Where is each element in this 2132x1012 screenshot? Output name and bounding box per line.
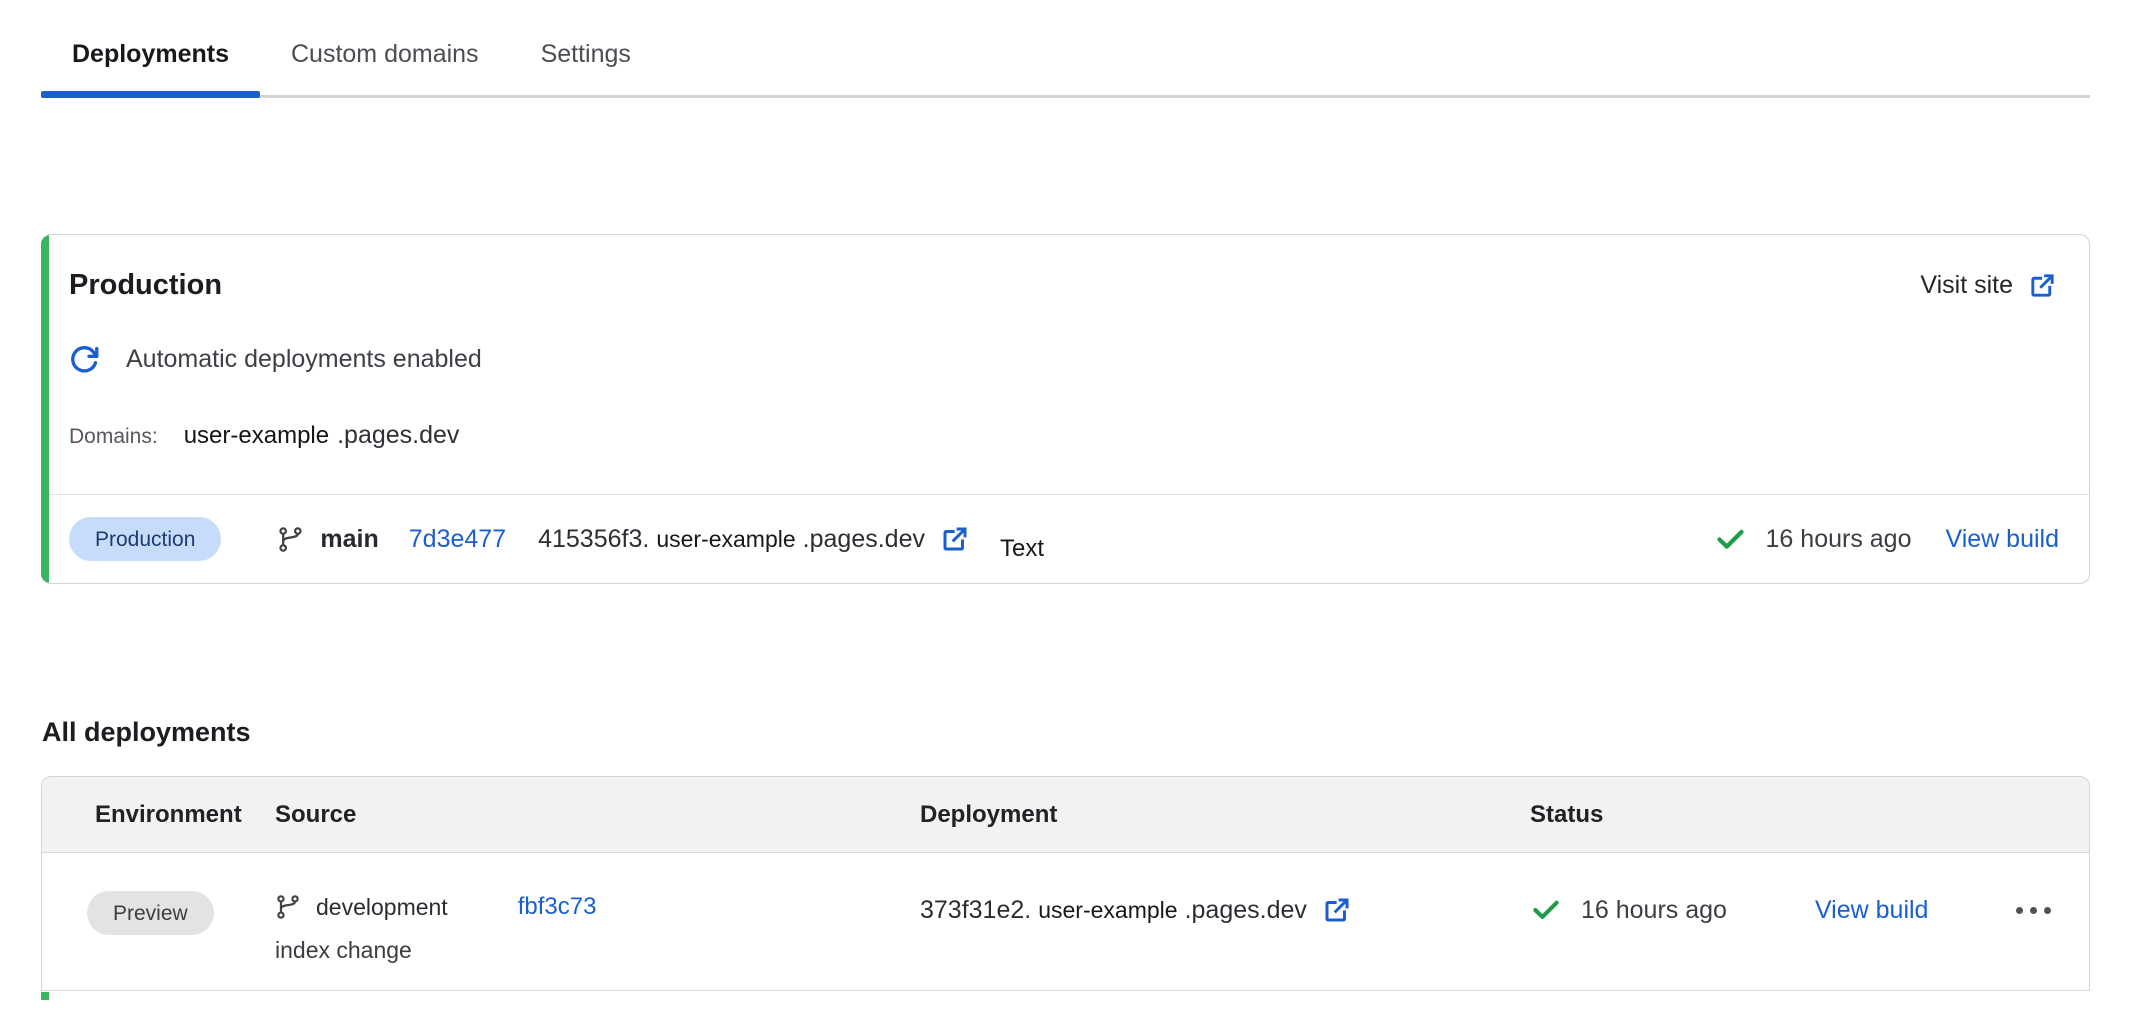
pages-deployments-page: Deployments Custom domains Settings Prod… [0,0,2132,1012]
status-time: 16 hours ago [1530,894,1727,926]
production-title: Production [69,269,222,302]
column-header-status: Status [1530,801,2089,829]
environment-badge-preview: Preview [87,891,214,935]
tab-custom-domains[interactable]: Custom domains [260,20,510,95]
environment-cell: Preview [42,891,275,935]
all-deployments-heading: All deployments [42,717,2090,748]
external-link-icon[interactable] [1322,895,1352,925]
check-icon [1714,523,1747,556]
status-cell: 16 hours ago View build [1530,891,2089,926]
visit-site-button[interactable]: Visit site [1920,271,2057,300]
dot [2016,907,2023,914]
domain-suffix: .pages.dev [337,421,459,450]
deployment-time: 16 hours ago [1766,525,1912,554]
status-time: 16 hours ago [1714,523,1912,556]
column-header-deployment: Deployment [920,801,1530,829]
tab-settings[interactable]: Settings [510,20,662,95]
branch-group: main [277,525,378,554]
commit-link[interactable]: fbf3c73 [518,893,597,921]
production-card-body: Production Visit site [41,235,2089,494]
auto-deployments-row: Automatic deployments enabled [69,344,2057,375]
branch-name: development [316,894,448,921]
next-row-accent-sliver [41,992,49,1000]
commit-message: index change [275,937,920,964]
column-header-source: Source [275,801,920,829]
branch-name: main [320,525,378,554]
git-branch-icon [275,894,301,920]
git-branch-icon [277,526,304,553]
production-deployment-row: Production main 7d3e477 415356f3. user-e… [41,495,2089,583]
view-build-link[interactable]: View build [1815,896,1929,925]
column-header-environment: Environment [42,801,275,829]
source-cell: development fbf3c73 index change [275,891,920,964]
table-header-row: Environment Source Deployment Status [42,777,2089,853]
check-icon [1530,894,1562,926]
deployment-url: 373f31e2. user-example .pages.dev [920,895,1530,925]
note-text: Text [1000,535,1044,563]
deployment-domain-suffix: .pages.dev [1185,896,1307,925]
domains-label: Domains: [69,425,158,449]
tab-deployments[interactable]: Deployments [41,20,260,95]
domains-row: Domains: user-example .pages.dev [69,421,2057,450]
deployment-subdomain: 373f31e2. [920,896,1031,925]
source-line: development fbf3c73 [275,893,920,921]
deployment-time: 16 hours ago [1581,896,1727,925]
production-card: Production Visit site [41,234,2090,584]
deployment-domain-name: user-example [656,526,795,553]
view-build-link[interactable]: View build [1945,525,2059,554]
overflow-menu-icon[interactable] [2016,897,2051,924]
domain-name: user-example [184,422,329,450]
deployment-domain-suffix: .pages.dev [803,525,925,554]
deployment-url: 415356f3. user-example .pages.dev [538,524,970,554]
external-link-icon [2028,271,2057,300]
deployment-subdomain: 415356f3. [538,525,649,554]
row-divider [41,990,2090,991]
environment-badge-production: Production [69,517,221,561]
production-card-header: Production Visit site [69,269,2057,302]
dot [2044,907,2051,914]
auto-deployments-text: Automatic deployments enabled [126,345,482,374]
deployment-cell: 373f31e2. user-example .pages.dev [920,891,1530,925]
visit-site-label: Visit site [1920,271,2013,300]
table-row: Preview development fbf3c73 [42,853,2089,990]
tab-bar: Deployments Custom domains Settings [41,0,2090,98]
deployments-table: Environment Source Deployment Status Pre… [41,776,2090,990]
production-accent-bar [41,235,49,583]
dot [2030,907,2037,914]
external-link-icon[interactable] [940,524,970,554]
refresh-icon [69,344,100,375]
status-group: 16 hours ago View build [1714,523,2059,556]
deployment-domain-name: user-example [1038,897,1177,924]
commit-link[interactable]: 7d3e477 [409,525,506,554]
